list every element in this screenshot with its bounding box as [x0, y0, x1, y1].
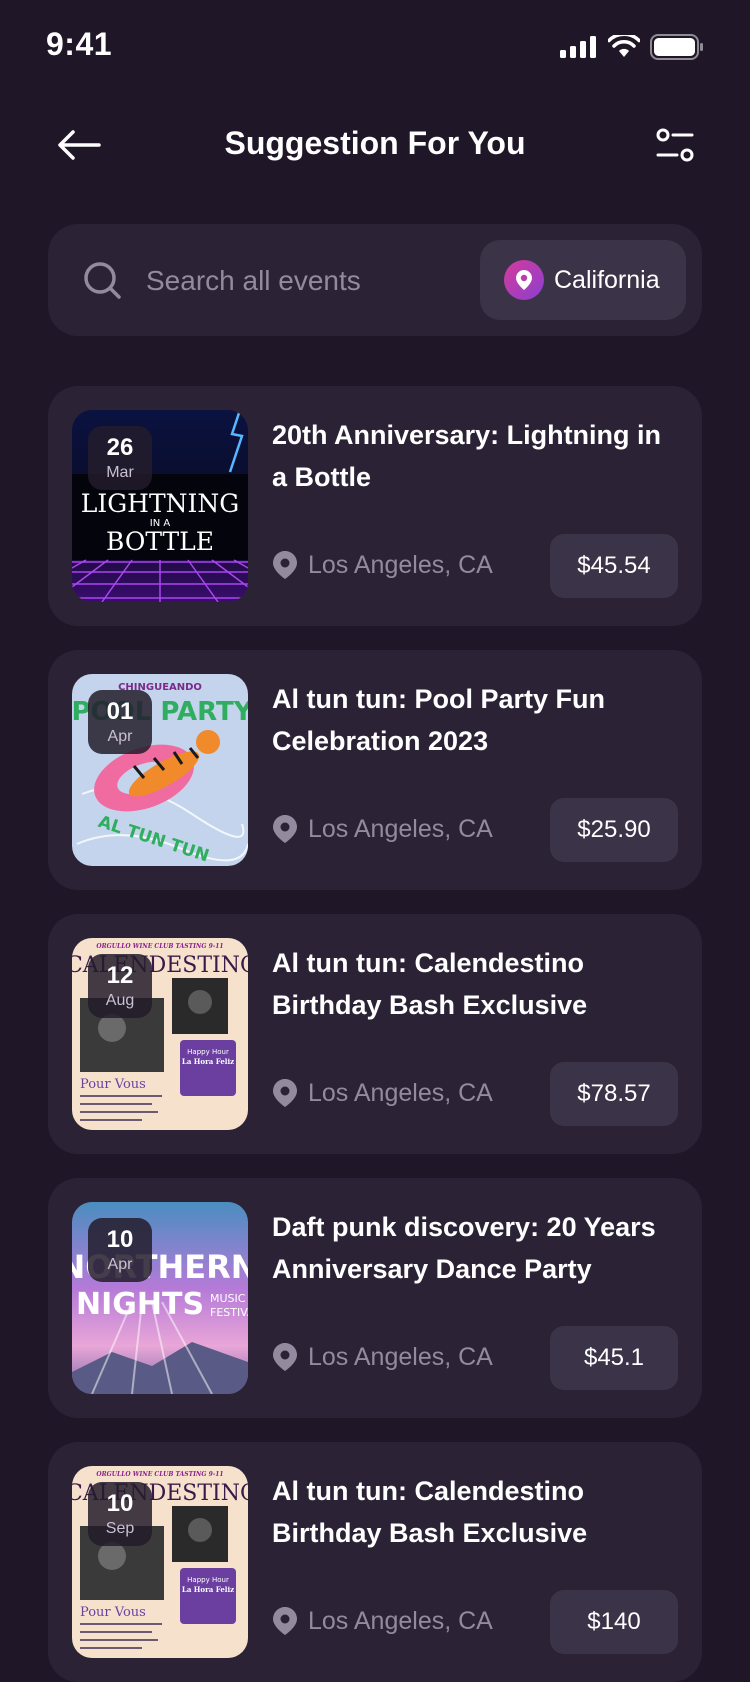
header: Suggestion For You [0, 110, 750, 180]
date-month: Aug [105, 992, 135, 1009]
map-pin-icon [273, 551, 297, 579]
price-button[interactable]: $78.57 [550, 1062, 678, 1126]
map-pin-icon [273, 1343, 297, 1371]
status-icons [560, 34, 704, 60]
event-title: Al tun tun: Pool Party Fun Celebration 2… [272, 684, 605, 756]
location-text: Los Angeles, CA [308, 1606, 493, 1635]
status-time: 9:41 [46, 26, 113, 62]
svg-text:Happy Hour: Happy Hour [187, 1576, 229, 1584]
event-card[interactable]: NORTHERN NIGHTS MUSIC FESTIVAL 10 Apr Da… [48, 1178, 702, 1418]
page-title: Suggestion For You [224, 125, 526, 161]
location-text: Los Angeles, CA [308, 550, 493, 579]
date-badge: 10 Apr [88, 1218, 152, 1282]
event-location: Los Angeles, CA [272, 1078, 493, 1108]
svg-text:La Hora Feliz: La Hora Feliz [182, 1585, 234, 1594]
poster-title: LIGHTNING [81, 489, 240, 518]
event-title: 20th Anniversary: Lightning in a Bottle [272, 420, 662, 492]
svg-text:Happy Hour: Happy Hour [187, 1048, 229, 1056]
sliders-icon [656, 128, 694, 162]
svg-text:Pour Vous: Pour Vous [80, 1077, 146, 1092]
svg-text:FESTIVAL: FESTIVAL [210, 1306, 248, 1319]
event-card[interactable]: ORGULLO WINE CLUB TASTING 9-11 CALENDEST… [48, 914, 702, 1154]
date-month: Sep [105, 1520, 135, 1537]
event-card[interactable]: ORGULLO WINE CLUB TASTING 9-11 CALENDEST… [48, 1442, 702, 1682]
svg-text:NIGHTS: NIGHTS [76, 1287, 204, 1322]
event-title: Al tun tun: Calendestino Birthday Bash E… [272, 1476, 588, 1548]
svg-text:Pour Vous: Pour Vous [80, 1605, 146, 1620]
svg-text:MUSIC: MUSIC [210, 1292, 246, 1305]
event-title: Al tun tun: Calendestino Birthday Bash E… [272, 948, 588, 1020]
svg-text:La Hora Feliz: La Hora Feliz [182, 1057, 234, 1066]
search-input[interactable] [144, 256, 448, 306]
date-day: 12 [106, 962, 134, 989]
location-selector[interactable]: California [480, 240, 686, 320]
date-day: 01 [106, 698, 134, 725]
svg-text:BOTTLE: BOTTLE [106, 527, 214, 556]
date-badge: 01 Apr [88, 690, 152, 754]
price-button[interactable]: $45.1 [550, 1326, 678, 1390]
filter-button[interactable] [652, 122, 698, 168]
price-button[interactable]: $140 [550, 1590, 678, 1654]
date-badge: 12 Aug [88, 954, 152, 1018]
price-button[interactable]: $25.90 [550, 798, 678, 862]
event-card[interactable]: CHINGUEANDO POOL PARTY AL TUN TUN 01 Apr… [48, 650, 702, 890]
event-location: Los Angeles, CA [272, 1342, 493, 1372]
event-location: Los Angeles, CA [272, 1606, 493, 1636]
price-button[interactable]: $45.54 [550, 534, 678, 598]
event-location: Los Angeles, CA [272, 814, 493, 844]
date-month: Apr [107, 1256, 133, 1273]
map-pin-icon [273, 1607, 297, 1635]
date-badge: 10 Sep [88, 1482, 152, 1546]
svg-text:ORGULLO WINE CLUB TASTING 9-11: ORGULLO WINE CLUB TASTING 9-11 [96, 943, 223, 950]
wifi-icon [608, 35, 640, 57]
event-title: Daft punk discovery: 20 Years Anniversar… [272, 1212, 656, 1284]
date-day: 10 [106, 1490, 134, 1517]
event-card[interactable]: LIGHTNING IN A BOTTLE 26 Mar 20th Annive… [48, 386, 702, 626]
location-text: Los Angeles, CA [308, 814, 493, 843]
date-month: Mar [106, 464, 134, 481]
svg-text:ORGULLO WINE CLUB TASTING 9-11: ORGULLO WINE CLUB TASTING 9-11 [96, 1471, 223, 1478]
location-text: Los Angeles, CA [308, 1078, 493, 1107]
event-location: Los Angeles, CA [272, 550, 493, 580]
location-pin-icon [504, 260, 544, 300]
date-day: 26 [106, 434, 134, 461]
location-label: California [554, 265, 660, 294]
date-day: 10 [106, 1226, 134, 1253]
search-icon [84, 262, 121, 299]
location-text: Los Angeles, CA [308, 1342, 493, 1371]
map-pin-icon [273, 815, 297, 843]
date-month: Apr [107, 728, 133, 745]
map-pin-icon [273, 1079, 297, 1107]
battery-icon [650, 34, 703, 60]
signal-icon [560, 36, 596, 58]
date-badge: 26 Mar [88, 426, 152, 490]
status-bar: 9:41 [0, 0, 750, 90]
